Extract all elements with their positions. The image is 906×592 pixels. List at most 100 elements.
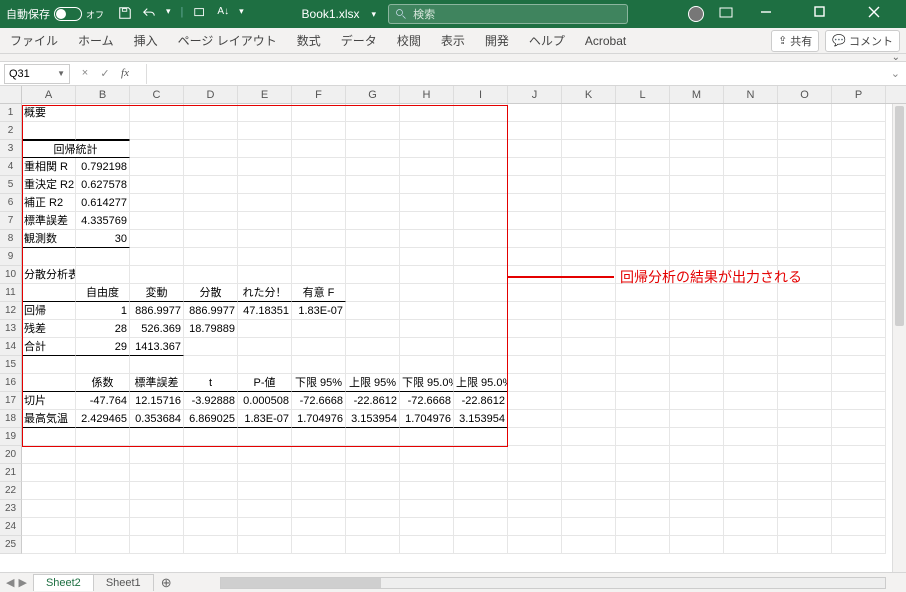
cell[interactable]: [670, 410, 724, 428]
row-header[interactable]: 24: [0, 518, 22, 536]
cell[interactable]: [562, 428, 616, 446]
cell[interactable]: [832, 230, 886, 248]
cell[interactable]: [724, 194, 778, 212]
cell[interactable]: [238, 212, 292, 230]
cell[interactable]: [832, 356, 886, 374]
cell[interactable]: [454, 230, 508, 248]
row-header[interactable]: 2: [0, 122, 22, 140]
cell[interactable]: [22, 248, 76, 266]
cell[interactable]: [130, 266, 184, 284]
cell[interactable]: [346, 104, 400, 122]
cell[interactable]: [670, 464, 724, 482]
cell[interactable]: [292, 266, 346, 284]
cell[interactable]: [724, 320, 778, 338]
cell[interactable]: [508, 374, 562, 392]
tab-review[interactable]: 校閲: [387, 28, 431, 53]
cell[interactable]: [508, 266, 562, 284]
cell[interactable]: [562, 302, 616, 320]
cell[interactable]: [130, 482, 184, 500]
cell[interactable]: [508, 284, 562, 302]
cell[interactable]: [670, 176, 724, 194]
cell[interactable]: [400, 248, 454, 266]
cell[interactable]: -72.6668: [400, 392, 454, 410]
cell[interactable]: [778, 338, 832, 356]
cell[interactable]: 残差: [22, 320, 76, 338]
sheet-nav[interactable]: ◀▶: [0, 576, 33, 589]
cell[interactable]: [616, 302, 670, 320]
formula-confirm-button[interactable]: ✓: [98, 67, 112, 80]
cell[interactable]: [76, 500, 130, 518]
cell[interactable]: [346, 482, 400, 500]
cell[interactable]: 標準誤差: [22, 212, 76, 230]
cell[interactable]: 12.15716: [130, 392, 184, 410]
cell[interactable]: [346, 320, 400, 338]
cell[interactable]: P-値: [238, 374, 292, 392]
cell[interactable]: [130, 500, 184, 518]
spreadsheet-grid[interactable]: A B C D E F G H I J K L M N O P 1概要23回帰統…: [0, 86, 906, 572]
cell[interactable]: [832, 194, 886, 212]
cell[interactable]: 有意 F: [292, 284, 346, 302]
cell[interactable]: [22, 482, 76, 500]
cell[interactable]: [832, 428, 886, 446]
cell[interactable]: [76, 446, 130, 464]
cell[interactable]: [616, 536, 670, 554]
col-header[interactable]: B: [76, 86, 130, 103]
row-header[interactable]: 1: [0, 104, 22, 122]
cell[interactable]: [562, 248, 616, 266]
cell[interactable]: [184, 266, 238, 284]
cell[interactable]: [616, 446, 670, 464]
cell[interactable]: 886.9977: [184, 302, 238, 320]
tab-home[interactable]: ホーム: [68, 28, 124, 53]
cell[interactable]: [562, 212, 616, 230]
cell[interactable]: [454, 320, 508, 338]
cell[interactable]: [292, 338, 346, 356]
cell[interactable]: [670, 158, 724, 176]
cell[interactable]: [778, 428, 832, 446]
col-header[interactable]: D: [184, 86, 238, 103]
cell[interactable]: [778, 122, 832, 140]
formula-cancel-button[interactable]: ×: [78, 67, 92, 80]
cell[interactable]: [346, 302, 400, 320]
cell[interactable]: [292, 122, 346, 140]
undo-icon[interactable]: [142, 6, 156, 23]
cell[interactable]: [616, 158, 670, 176]
cell[interactable]: [832, 176, 886, 194]
cell[interactable]: [238, 356, 292, 374]
cell[interactable]: [562, 104, 616, 122]
cell[interactable]: [724, 482, 778, 500]
cell[interactable]: t: [184, 374, 238, 392]
cell[interactable]: [670, 230, 724, 248]
cell[interactable]: [130, 464, 184, 482]
sheet-tab-active[interactable]: Sheet2: [33, 574, 94, 591]
cell[interactable]: [400, 194, 454, 212]
cell[interactable]: 標準誤差: [130, 374, 184, 392]
cell[interactable]: [724, 464, 778, 482]
vertical-scrollbar[interactable]: [892, 104, 906, 572]
cell[interactable]: [724, 392, 778, 410]
cell[interactable]: [508, 446, 562, 464]
cell[interactable]: [184, 518, 238, 536]
cell[interactable]: [670, 338, 724, 356]
cell[interactable]: [670, 248, 724, 266]
cell[interactable]: [346, 140, 400, 158]
cell[interactable]: 3.153954: [346, 410, 400, 428]
cell[interactable]: [562, 446, 616, 464]
cell[interactable]: 18.79889: [184, 320, 238, 338]
cell[interactable]: [670, 446, 724, 464]
tab-acrobat[interactable]: Acrobat: [575, 28, 636, 53]
cell[interactable]: [238, 176, 292, 194]
tab-help[interactable]: ヘルプ: [519, 28, 575, 53]
cell[interactable]: [346, 284, 400, 302]
cell[interactable]: [616, 374, 670, 392]
cell[interactable]: [454, 446, 508, 464]
tab-view[interactable]: 表示: [431, 28, 475, 53]
cell[interactable]: [616, 392, 670, 410]
sheet-tab[interactable]: Sheet1: [93, 574, 154, 591]
cell[interactable]: [400, 176, 454, 194]
cell[interactable]: [22, 446, 76, 464]
cell[interactable]: 3.153954: [454, 410, 508, 428]
cell[interactable]: [724, 500, 778, 518]
cell[interactable]: -22.8612: [454, 392, 508, 410]
search-input[interactable]: 検索: [388, 4, 628, 24]
cell[interactable]: [562, 140, 616, 158]
